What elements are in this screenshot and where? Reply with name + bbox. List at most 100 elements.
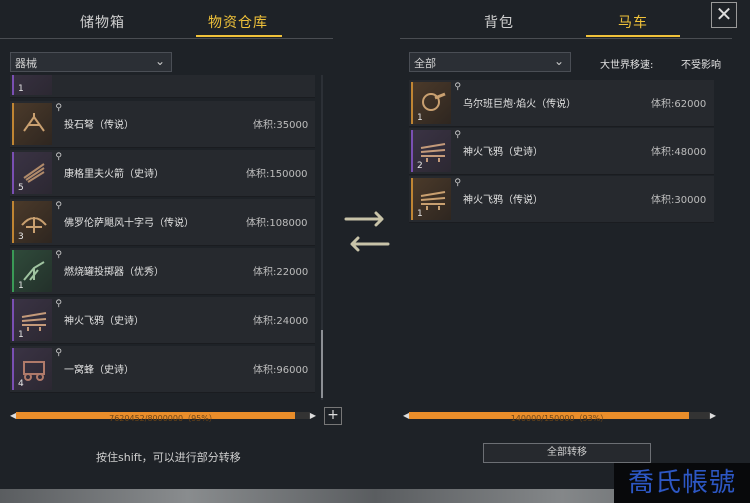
link-icon: ⚲ bbox=[454, 130, 461, 140]
left-panel: 储物箱 物资仓库 器械 ⌄ 1 ⚲ 投石弩（传说） 体积:35000 5 ⚲ 康… bbox=[0, 0, 342, 503]
category-filter-dropdown[interactable]: 全部 ⌄ bbox=[409, 52, 571, 72]
tab-storage-box[interactable]: 储物箱 bbox=[80, 12, 125, 32]
left-tab-bar: 储物箱 物资仓库 bbox=[0, 0, 333, 39]
item-volume: 体积:24000 bbox=[253, 316, 309, 327]
item-volume: 体积:108000 bbox=[246, 218, 308, 229]
item-volume: 体积:22000 bbox=[253, 267, 309, 278]
capacity-text: 7620452/8000000（95%） bbox=[109, 414, 217, 423]
item-name: 神火飞鸦（史诗） bbox=[463, 147, 543, 158]
item-volume: 体积:30000 bbox=[651, 195, 707, 206]
item-quantity: 2 bbox=[417, 161, 423, 171]
transfer-arrows-icon[interactable] bbox=[342, 206, 392, 256]
active-tab-underline bbox=[586, 35, 680, 37]
item-icon: 1 ⚲ bbox=[12, 299, 62, 341]
list-item[interactable]: 1 ⚲ 燃烧罐投掷器（优秀） 体积:22000 bbox=[10, 248, 315, 295]
list-item[interactable]: 3 ⚲ 佛罗伦萨飓风十字弓（传说） 体积:108000 bbox=[10, 199, 315, 246]
item-name: 佛罗伦萨飓风十字弓（传说） bbox=[64, 218, 194, 229]
capacity-track: 140000/150000（93%） bbox=[409, 412, 710, 423]
item-volume: 体积:150000 bbox=[246, 169, 308, 180]
item-quantity: 1 bbox=[18, 84, 24, 94]
fire-crow-rocket-icon bbox=[21, 312, 47, 331]
close-icon: ✕ bbox=[715, 2, 733, 26]
fire-pot-thrower-icon bbox=[23, 261, 45, 281]
chevron-right-icon: ▶ bbox=[309, 411, 316, 420]
item-icon: 4 ⚲ bbox=[12, 348, 62, 390]
item-icon: 1 ⚲ bbox=[12, 250, 62, 292]
item-quantity: 4 bbox=[18, 379, 24, 389]
watermark-logo: 喬氏帳號 bbox=[614, 463, 750, 503]
item-icon: 1 ⚲ bbox=[411, 178, 461, 220]
catapult-crossbow-icon bbox=[23, 113, 45, 132]
shift-transfer-hint: 按住shift，可以进行部分转移 bbox=[96, 451, 241, 464]
item-quantity: 5 bbox=[18, 183, 24, 193]
capacity-text: 140000/150000（93%） bbox=[510, 414, 609, 423]
beehive-rocket-cart-icon bbox=[23, 361, 45, 381]
expand-capacity-button[interactable]: + bbox=[324, 407, 342, 425]
list-item[interactable]: 2 ⚲ 神火飞鸦（史诗） 体积:48000 bbox=[409, 128, 714, 175]
cannon-icon bbox=[422, 92, 446, 111]
item-name: 神火飞鸦（史诗） bbox=[64, 316, 144, 327]
link-icon: ⚲ bbox=[55, 250, 62, 260]
fire-crow-rocket-icon bbox=[420, 143, 446, 162]
list-item[interactable]: 1 ⚲ 乌尔班巨炮·焰火（传说） 体积:62000 bbox=[409, 80, 714, 127]
item-quantity: 1 bbox=[417, 113, 423, 123]
carriage-item-list[interactable]: 1 ⚲ 乌尔班巨炮·焰火（传说） 体积:62000 2 ⚲ 神火飞鸦（史诗） 体… bbox=[409, 78, 714, 398]
carriage-capacity-bar: ◀ 140000/150000（93%） ▶ bbox=[403, 409, 716, 423]
tab-carriage[interactable]: 马车 bbox=[618, 12, 648, 32]
item-icon: 3 ⚲ bbox=[12, 201, 62, 243]
item-quantity: 1 bbox=[18, 281, 24, 291]
tab-supply-warehouse[interactable]: 物资仓库 bbox=[208, 12, 268, 32]
category-filter-dropdown[interactable]: 器械 ⌄ bbox=[10, 52, 172, 72]
list-item[interactable]: 1 ⚲ 神火飞鸦（史诗） 体积:24000 bbox=[10, 297, 315, 344]
link-icon: ⚲ bbox=[454, 178, 461, 188]
item-quantity: 1 bbox=[18, 330, 24, 340]
item-icon: 5 ⚲ bbox=[12, 152, 62, 194]
item-icon: ⚲ bbox=[12, 103, 62, 145]
link-icon: ⚲ bbox=[55, 299, 62, 309]
world-speed-label: 大世界移速: bbox=[600, 60, 654, 71]
chevron-right-icon: ▶ bbox=[709, 411, 716, 420]
category-filter-value: 全部 bbox=[414, 57, 436, 70]
item-name: 燃烧罐投掷器（优秀） bbox=[64, 267, 164, 278]
list-item[interactable]: 1 ⚲ 神火飞鸦（传说） 体积:30000 bbox=[409, 176, 714, 223]
item-icon: 2 ⚲ bbox=[411, 130, 461, 172]
chevron-down-icon: ⌄ bbox=[154, 54, 165, 68]
item-volume: 体积:96000 bbox=[253, 365, 309, 376]
right-panel: 背包 马车 ✕ 全部 ⌄ 大世界移速: 不受影响 1 ⚲ 乌尔班巨炮·焰火（传说… bbox=[400, 0, 750, 503]
link-icon: ⚲ bbox=[55, 348, 62, 358]
link-icon: ⚲ bbox=[55, 103, 62, 113]
item-name: 一窝蜂（史诗） bbox=[64, 365, 134, 376]
fire-crow-rocket-icon bbox=[420, 191, 446, 210]
list-item[interactable]: ⚲ 投石弩（传说） 体积:35000 bbox=[10, 101, 315, 148]
item-volume: 体积:48000 bbox=[651, 147, 707, 158]
list-scrollbar-thumb[interactable] bbox=[321, 330, 323, 398]
category-filter-value: 器械 bbox=[15, 57, 37, 70]
link-icon: ⚲ bbox=[55, 201, 62, 211]
transfer-all-button[interactable]: 全部转移 bbox=[483, 443, 651, 463]
item-icon: 1 bbox=[12, 75, 52, 95]
item-volume: 体积:35000 bbox=[253, 120, 309, 131]
active-tab-underline bbox=[196, 35, 282, 37]
list-item[interactable]: 5 ⚲ 康格里夫火箭（史诗） 体积:150000 bbox=[10, 150, 315, 197]
item-quantity: 1 bbox=[417, 209, 423, 219]
capacity-track: 7620452/8000000（95%） bbox=[16, 412, 310, 423]
link-icon: ⚲ bbox=[454, 82, 461, 92]
item-quantity: 3 bbox=[18, 232, 24, 242]
tab-backpack[interactable]: 背包 bbox=[484, 12, 514, 32]
item-name: 康格里夫火箭（史诗） bbox=[64, 169, 164, 180]
rocket-launcher-icon bbox=[23, 163, 45, 183]
world-speed-value: 不受影响 bbox=[681, 60, 721, 71]
warehouse-item-list[interactable]: 1 ⚲ 投石弩（传说） 体积:35000 5 ⚲ 康格里夫火箭（史诗） 体积:1… bbox=[10, 75, 315, 400]
link-icon: ⚲ bbox=[55, 152, 62, 162]
close-button[interactable]: ✕ bbox=[711, 2, 737, 28]
crossbow-icon bbox=[21, 217, 47, 233]
chevron-down-icon: ⌄ bbox=[553, 54, 564, 68]
item-volume: 体积:62000 bbox=[651, 99, 707, 110]
item-icon: 1 ⚲ bbox=[411, 82, 461, 124]
warehouse-capacity-bar: ◀ 7620452/8000000（95%） ▶ bbox=[10, 409, 316, 423]
item-name: 乌尔班巨炮·焰火（传说） bbox=[463, 99, 577, 110]
item-name: 神火飞鸦（传说） bbox=[463, 195, 543, 206]
list-item[interactable]: 4 ⚲ 一窝蜂（史诗） 体积:96000 bbox=[10, 346, 315, 393]
item-name: 投石弩（传说） bbox=[64, 120, 134, 131]
list-item[interactable]: 1 bbox=[10, 75, 315, 98]
